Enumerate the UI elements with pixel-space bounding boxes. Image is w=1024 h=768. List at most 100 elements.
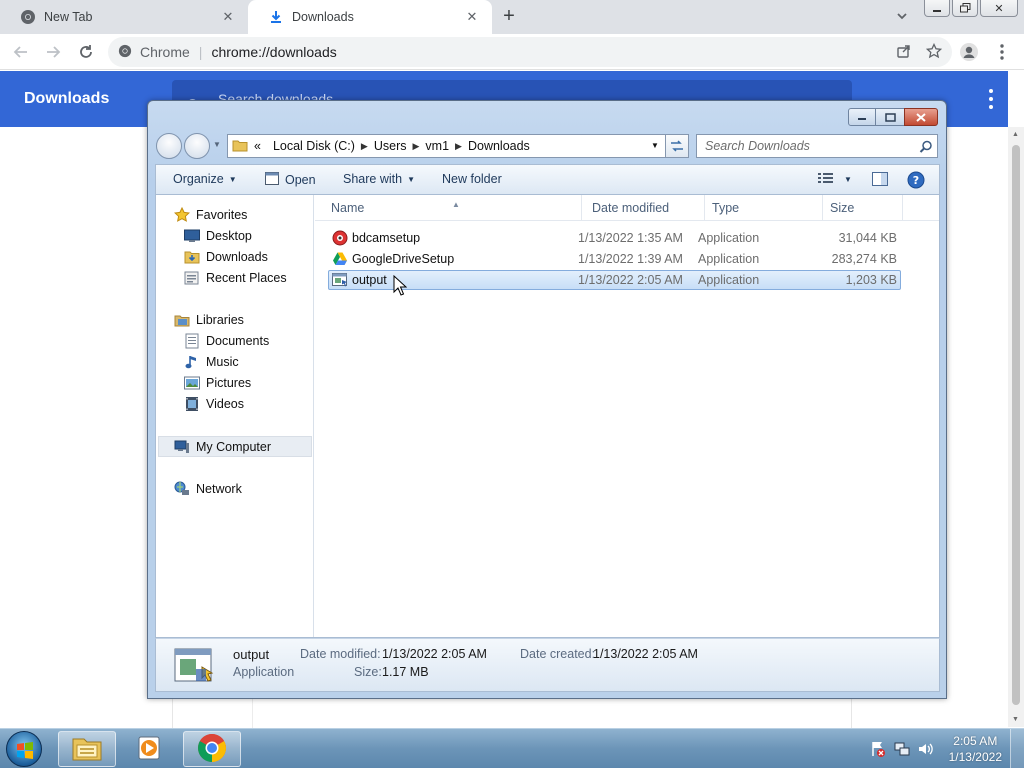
scroll-thumb[interactable] bbox=[1012, 145, 1020, 705]
browser-toolbar: Chrome | chrome://downloads bbox=[0, 34, 1024, 70]
chevron-right-icon[interactable]: ▶ bbox=[455, 141, 462, 152]
browser-menu-icon[interactable] bbox=[991, 41, 1013, 63]
details-view-icon bbox=[818, 172, 834, 187]
new-folder-label: New folder bbox=[442, 172, 502, 186]
close-tab-icon[interactable]: ✕ bbox=[220, 9, 236, 25]
show-desktop-button[interactable] bbox=[1010, 729, 1024, 768]
address-bar[interactable]: « Local Disk (C:) ▶ Users ▶ vm1 ▶ Downlo… bbox=[227, 134, 689, 158]
nav-pictures[interactable]: Pictures bbox=[184, 373, 251, 393]
volume-icon[interactable] bbox=[918, 741, 934, 760]
documents-icon bbox=[184, 333, 200, 349]
close-window-icon[interactable] bbox=[904, 108, 938, 126]
tab-downloads[interactable]: Downloads ✕ bbox=[248, 0, 492, 34]
profile-avatar-icon[interactable] bbox=[958, 41, 980, 63]
tab-new-tab[interactable]: New Tab ✕ bbox=[0, 0, 248, 34]
column-header-name[interactable]: Name ▲ bbox=[325, 195, 582, 221]
taskbar-clock[interactable]: 2:05 AM 1/13/2022 bbox=[949, 733, 1002, 765]
nav-label: Videos bbox=[206, 397, 244, 411]
preview-pane-icon[interactable] bbox=[872, 172, 888, 186]
taskbar-media-player-button[interactable] bbox=[120, 731, 178, 767]
close-tab-icon[interactable]: ✕ bbox=[464, 9, 480, 25]
forward-icon[interactable] bbox=[184, 133, 210, 159]
chevron-right-icon[interactable]: ▶ bbox=[361, 141, 368, 152]
file-date: 1/13/2022 1:39 AM bbox=[578, 252, 683, 266]
taskbar-explorer-button[interactable] bbox=[58, 731, 116, 767]
command-bar: Organize ▼ Open Share with ▼ New folder ▼ … bbox=[155, 164, 940, 194]
chrome-icon bbox=[118, 44, 132, 61]
close-window-icon[interactable]: ✕ bbox=[980, 0, 1018, 17]
refresh-icon[interactable] bbox=[665, 134, 689, 158]
folder-icon bbox=[232, 137, 248, 156]
nav-downloads[interactable]: Downloads bbox=[184, 247, 268, 267]
bookmark-star-icon[interactable] bbox=[925, 42, 943, 62]
nav-label: Favorites bbox=[196, 208, 248, 222]
chevron-right-icon[interactable]: ▶ bbox=[413, 141, 420, 152]
organize-button[interactable]: Organize ▼ bbox=[173, 172, 237, 186]
chrome-icon bbox=[20, 9, 36, 25]
column-header-type[interactable]: Type bbox=[706, 195, 823, 221]
nav-recent-places[interactable]: Recent Places bbox=[184, 268, 287, 288]
back-icon[interactable] bbox=[10, 41, 32, 63]
scroll-up-icon[interactable]: ▲ bbox=[1012, 131, 1019, 138]
chevron-down-icon: ▼ bbox=[844, 175, 852, 184]
recent-pages-icon[interactable]: ▼ bbox=[213, 140, 221, 149]
tab-search-icon[interactable] bbox=[894, 8, 914, 26]
nav-documents[interactable]: Documents bbox=[184, 331, 269, 351]
nav-favorites[interactable]: Favorites bbox=[174, 205, 247, 225]
share-with-button[interactable]: Share with ▼ bbox=[343, 172, 415, 186]
taskbar-chrome-button[interactable] bbox=[183, 731, 241, 767]
open-button[interactable]: Open bbox=[265, 172, 316, 188]
view-options-button[interactable]: ▼ bbox=[818, 172, 852, 187]
help-icon[interactable]: ? bbox=[907, 171, 925, 189]
file-size: 283,274 KB bbox=[831, 252, 897, 266]
downloads-menu-icon[interactable] bbox=[988, 89, 994, 109]
details-size-label: Size: bbox=[354, 665, 382, 679]
download-icon bbox=[268, 9, 284, 25]
nav-label: My Computer bbox=[196, 440, 272, 454]
nav-desktop[interactable]: Desktop bbox=[184, 226, 252, 246]
column-header-date-modified[interactable]: Date modified bbox=[586, 195, 705, 221]
nav-my-computer[interactable]: My Computer bbox=[174, 437, 271, 457]
breadcrumb-local-disk[interactable]: Local Disk (C:) bbox=[273, 139, 355, 153]
search-icon[interactable] bbox=[919, 139, 933, 161]
new-tab-button[interactable]: + bbox=[498, 6, 520, 28]
file-row-googledrivesetup[interactable]: GoogleDriveSetup 1/13/2022 1:39 AM Appli… bbox=[328, 249, 901, 269]
star-icon bbox=[174, 207, 190, 223]
maximize-icon[interactable] bbox=[876, 108, 904, 126]
minimize-icon[interactable] bbox=[924, 0, 950, 17]
start-button[interactable] bbox=[6, 731, 42, 767]
google-drive-icon bbox=[332, 251, 348, 267]
omnibox-url[interactable]: chrome://downloads bbox=[211, 44, 336, 60]
taskbar: 2:05 AM 1/13/2022 bbox=[0, 728, 1024, 768]
explorer-search-input[interactable]: Search Downloads bbox=[696, 134, 938, 158]
nav-music[interactable]: Music bbox=[184, 352, 239, 372]
file-row-bdcamsetup[interactable]: bdcamsetup 1/13/2022 1:35 AM Application… bbox=[328, 228, 901, 248]
minimize-icon[interactable] bbox=[848, 108, 876, 126]
network-status-icon[interactable] bbox=[894, 741, 910, 760]
omnibox[interactable]: Chrome | chrome://downloads bbox=[108, 37, 952, 67]
music-icon bbox=[184, 354, 200, 370]
breadcrumb-users[interactable]: Users bbox=[374, 139, 407, 153]
reload-icon[interactable] bbox=[75, 41, 97, 63]
nav-libraries[interactable]: Libraries bbox=[174, 310, 244, 330]
explorer-body: Favorites Desktop Downloads Recent Place… bbox=[155, 194, 940, 638]
breadcrumb-overflow[interactable]: « bbox=[254, 139, 261, 153]
restore-icon[interactable] bbox=[952, 0, 978, 17]
page-title: Downloads bbox=[24, 90, 110, 107]
back-icon[interactable] bbox=[156, 133, 182, 159]
nav-network[interactable]: Network bbox=[174, 479, 242, 499]
new-folder-button[interactable]: New folder bbox=[442, 172, 502, 186]
scroll-down-icon[interactable]: ▼ bbox=[1012, 716, 1019, 723]
chevron-down-icon[interactable]: ▼ bbox=[648, 138, 662, 154]
open-icon bbox=[265, 172, 279, 188]
breadcrumb-vm1[interactable]: vm1 bbox=[425, 139, 449, 153]
action-center-icon[interactable] bbox=[870, 741, 886, 760]
file-row-output[interactable]: output 1/13/2022 2:05 AM Application 1,2… bbox=[328, 270, 901, 290]
forward-icon[interactable] bbox=[42, 41, 64, 63]
share-with-label: Share with bbox=[343, 172, 403, 186]
nav-videos[interactable]: Videos bbox=[184, 394, 244, 414]
page-scrollbar[interactable]: ▲ ▼ bbox=[1008, 127, 1024, 727]
breadcrumb-downloads[interactable]: Downloads bbox=[468, 139, 530, 153]
column-header-size[interactable]: Size bbox=[824, 195, 903, 221]
share-icon[interactable] bbox=[896, 43, 912, 62]
